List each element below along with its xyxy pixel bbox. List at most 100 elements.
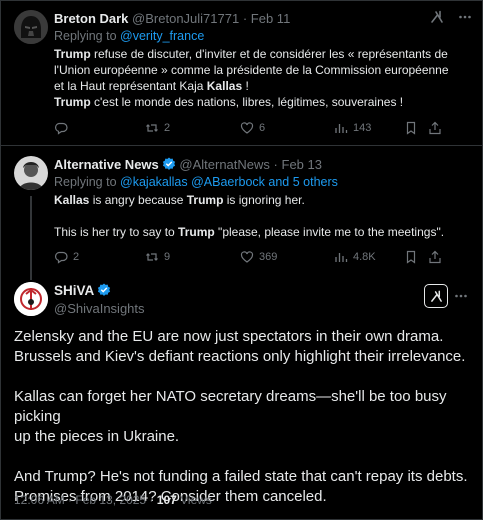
tweet-date[interactable]: Feb 11 — [251, 11, 291, 26]
tweet-text: Kallas is angry because Trump is ignorin… — [54, 192, 479, 240]
text-span: ! — [242, 79, 249, 93]
tweet-line: Brussels and Kiev's defiant reactions on… — [14, 348, 466, 365]
reply-count: 2 — [73, 251, 80, 263]
repost-button[interactable]: 2 — [145, 121, 170, 135]
thread-line — [30, 196, 32, 272]
views-button[interactable]: 4.8K — [334, 250, 376, 264]
verified-icon — [98, 283, 111, 296]
tweet-breton-dark[interactable]: Breton Dark @BretonJuli71771 · Feb 11 Re… — [0, 0, 483, 146]
views-icon — [335, 253, 348, 262]
text-span: refuse de discuter, d'inviter et de cons… — [90, 47, 448, 61]
text-span: "please, please invite me to the meeting… — [214, 225, 445, 239]
avatar[interactable] — [14, 156, 48, 190]
avatar[interactable] — [14, 10, 48, 44]
tweet-shiva-main[interactable]: SHiVA @ShivaInsights Zelensky and the EU… — [0, 272, 483, 520]
views-count: 143 — [353, 122, 372, 134]
replying-to: Replying to @verity_france — [54, 29, 204, 43]
share-icon — [429, 250, 441, 264]
repost-count: 2 — [164, 122, 171, 134]
tweet-text: Zelensky and the EU are now just spectat… — [14, 327, 474, 507]
views-button[interactable]: 143 — [334, 121, 371, 135]
tweet-line: And Trump? He's not funding a failed sta… — [14, 468, 468, 485]
reply-icon — [55, 251, 68, 264]
reply-button[interactable]: 2 — [54, 250, 79, 264]
like-button[interactable]: 6 — [240, 121, 265, 135]
text-span: is ignoring her. — [223, 193, 305, 207]
author-name[interactable]: SHiVA — [54, 283, 94, 298]
mention-bold: Kallas — [54, 193, 90, 207]
views-label: Views — [180, 493, 212, 507]
tweet-alternative-news[interactable]: Alternative News @AlternatNews · Feb 13 … — [0, 146, 483, 272]
separator-dot: · — [242, 11, 248, 26]
mention-bold: Trump — [54, 95, 91, 109]
views-icon — [335, 124, 348, 133]
separator-dot: · — [273, 157, 278, 172]
author-name-row: SHiVA — [54, 283, 111, 298]
mention-bold: Trump — [54, 47, 91, 61]
repost-button[interactable]: 9 — [145, 250, 170, 264]
bookmark-icon — [406, 121, 416, 135]
like-icon — [240, 122, 254, 134]
tweet-line: Kallas can forget her NATO secretary dre… — [14, 388, 447, 425]
tweet-line: Trump c'est le monde des nations, libres… — [54, 94, 479, 110]
grok-icon[interactable] — [430, 10, 444, 29]
like-icon — [240, 251, 254, 263]
avatar[interactable] — [14, 282, 48, 316]
avatar-news-image — [14, 156, 48, 190]
mention-bold: Trump — [178, 225, 215, 239]
text-span: c'est le monde des nations, libres, légi… — [90, 95, 404, 109]
views-count: 4.8K — [353, 251, 376, 263]
tweet-header: Alternative News @AlternatNews · Feb 13 — [54, 157, 322, 172]
author-handle[interactable]: @BretonJuli71771 — [132, 11, 239, 26]
more-icon[interactable] — [458, 10, 472, 29]
share-button[interactable] — [428, 250, 442, 264]
like-button[interactable]: 369 — [240, 250, 277, 264]
bookmark-button[interactable] — [404, 121, 418, 135]
tweet-line: Kallas is angry because Trump is ignorin… — [54, 192, 479, 208]
tweet-line: Trump refuse de discuter, d'inviter et d… — [54, 46, 479, 62]
tweet-meta: 12:06 AM · Feb 13, 2025 · 107 Views — [14, 493, 212, 507]
share-button[interactable] — [428, 121, 442, 135]
like-count: 369 — [259, 251, 278, 263]
bookmark-button[interactable] — [404, 250, 418, 264]
author-name[interactable]: Breton Dark — [54, 11, 128, 26]
tweet-line: This is her try to say to Trump "please,… — [54, 224, 479, 240]
action-bar: 2 9 369 4.8K — [54, 250, 474, 268]
tweet-line: l'Union européenne » comme la présidente… — [54, 63, 449, 77]
avatar-vader-image — [14, 10, 48, 44]
replying-to-link[interactable]: @kajakallas @ABaerbock and 5 others — [120, 175, 338, 189]
replying-prefix: Replying to — [54, 29, 117, 43]
tweet-line: et la Haut représentant Kaja Kallas ! — [54, 78, 479, 94]
grok-button[interactable] — [424, 284, 448, 308]
share-icon — [429, 121, 441, 135]
author-name[interactable]: Alternative News — [54, 157, 159, 172]
tweet-line: Zelensky and the EU are now just spectat… — [14, 328, 444, 345]
replying-to-link[interactable]: @verity_france — [120, 29, 204, 43]
views-count: 107 — [156, 493, 177, 507]
mention-bold: Trump — [186, 193, 224, 207]
repost-icon — [146, 253, 158, 261]
tweet-timestamp[interactable]: 12:06 AM · Feb 13, 2025 · — [14, 493, 153, 507]
author-handle[interactable]: @ShivaInsights — [54, 301, 145, 316]
tweet-date[interactable]: Feb 13 — [282, 157, 322, 172]
grok-icon — [430, 290, 442, 302]
tweet-top-actions — [430, 10, 472, 29]
reply-button[interactable] — [54, 121, 68, 135]
author-handle[interactable]: @AlternatNews — [179, 157, 270, 172]
replying-to: Replying to @kajakallas @ABaerbock and 5… — [54, 175, 338, 189]
repost-icon — [146, 124, 158, 132]
more-icon[interactable] — [454, 289, 468, 308]
text-span: et la Haut représentant Kaja — [54, 79, 207, 93]
reply-icon — [55, 122, 68, 135]
replying-prefix: Replying to — [54, 175, 117, 189]
tweet-text: Trump refuse de discuter, d'inviter et d… — [54, 46, 479, 110]
text-span: is angry because — [89, 193, 187, 207]
tweet-header: Breton Dark @BretonJuli71771 · Feb 11 — [54, 11, 290, 26]
thread-line — [30, 272, 32, 280]
avatar-shiva-logo — [14, 282, 48, 316]
like-count: 6 — [259, 122, 266, 134]
text-span: This is her try to say to — [54, 225, 179, 239]
